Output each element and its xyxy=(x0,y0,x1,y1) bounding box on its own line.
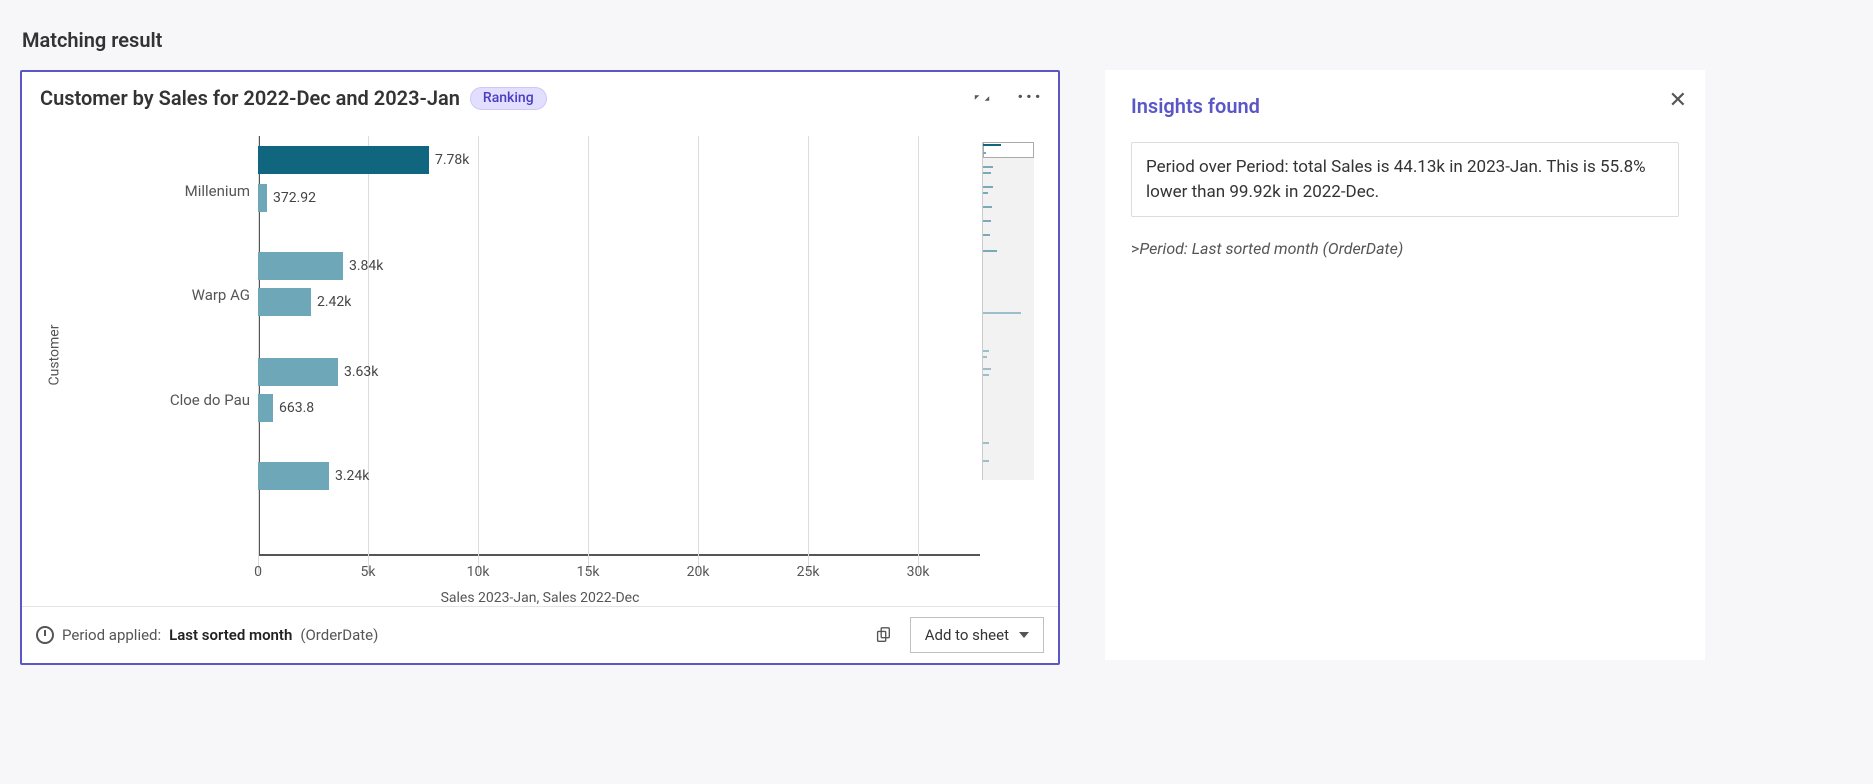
bar-value-label: 3.63k xyxy=(344,364,378,380)
bar-value-label: 3.24k xyxy=(335,468,369,484)
x-tick: 10k xyxy=(467,564,490,580)
insights-title: Insights found xyxy=(1131,94,1679,118)
x-tick: 15k xyxy=(577,564,600,580)
bar-series1[interactable]: 7.78k xyxy=(258,146,429,174)
bar-value-label: 3.84k xyxy=(349,258,383,274)
close-icon[interactable]: ✕ xyxy=(1669,88,1687,113)
bar-series2[interactable]: 372.92 xyxy=(258,184,267,212)
bar-value-label: 663.8 xyxy=(279,400,314,416)
y-axis-label: Customer xyxy=(46,325,62,386)
more-menu-icon[interactable]: ··· xyxy=(1020,88,1040,108)
x-tick: 25k xyxy=(797,564,820,580)
add-to-sheet-button[interactable]: Add to sheet xyxy=(910,617,1044,653)
copy-icon[interactable] xyxy=(874,626,892,644)
bar-value-label: 372.92 xyxy=(273,190,316,206)
x-tick: 5k xyxy=(361,564,376,580)
x-tick: 20k xyxy=(687,564,710,580)
bar-series2[interactable]: 3.24k xyxy=(258,462,329,490)
category-label: Cloe do Pau xyxy=(170,391,250,409)
chart-mini-scrollbar[interactable] xyxy=(982,142,1034,480)
category-label: Millenium xyxy=(185,182,250,200)
category-label: Warp AG xyxy=(192,286,250,304)
x-axis-label: Sales 2023-Jan, Sales 2022-Dec xyxy=(22,590,1058,606)
insights-panel: ✕ Insights found Period over Period: tot… xyxy=(1105,70,1705,660)
bar-series2[interactable]: 663.8 xyxy=(258,394,273,422)
x-tick: 30k xyxy=(907,564,930,580)
period-applied-dimension: (OrderDate) xyxy=(300,626,378,644)
ranking-badge: Ranking xyxy=(470,87,547,110)
chart-card: Customer by Sales for 2022-Dec and 2023-… xyxy=(20,70,1060,665)
bar-series2[interactable]: 2.42k xyxy=(258,288,311,316)
insight-card[interactable]: Period over Period: total Sales is 44.13… xyxy=(1131,142,1679,217)
fullscreen-icon[interactable] xyxy=(972,88,992,108)
bar-value-label: 2.42k xyxy=(317,294,351,310)
period-applied-label: Period applied: xyxy=(62,626,161,644)
x-tick: 0 xyxy=(254,564,262,580)
bar-series2[interactable]: 3.84k xyxy=(258,252,343,280)
plot-area: 7.78k 372.92 3.84k 2.42k xyxy=(258,136,1040,574)
category-axis: Millenium Warp AG Cloe do Pau xyxy=(68,136,258,574)
add-to-sheet-label: Add to sheet xyxy=(925,626,1009,644)
clock-icon xyxy=(36,626,54,644)
bar-series2[interactable]: 3.63k xyxy=(258,358,338,386)
period-applied-value: Last sorted month xyxy=(169,626,292,644)
bar-value-label: 7.78k xyxy=(435,152,469,168)
insight-period-note: >Period: Last sorted month (OrderDate) xyxy=(1131,239,1679,258)
chart-title: Customer by Sales for 2022-Dec and 2023-… xyxy=(40,86,460,110)
section-title: Matching result xyxy=(22,28,1853,52)
chevron-down-icon xyxy=(1019,632,1029,638)
